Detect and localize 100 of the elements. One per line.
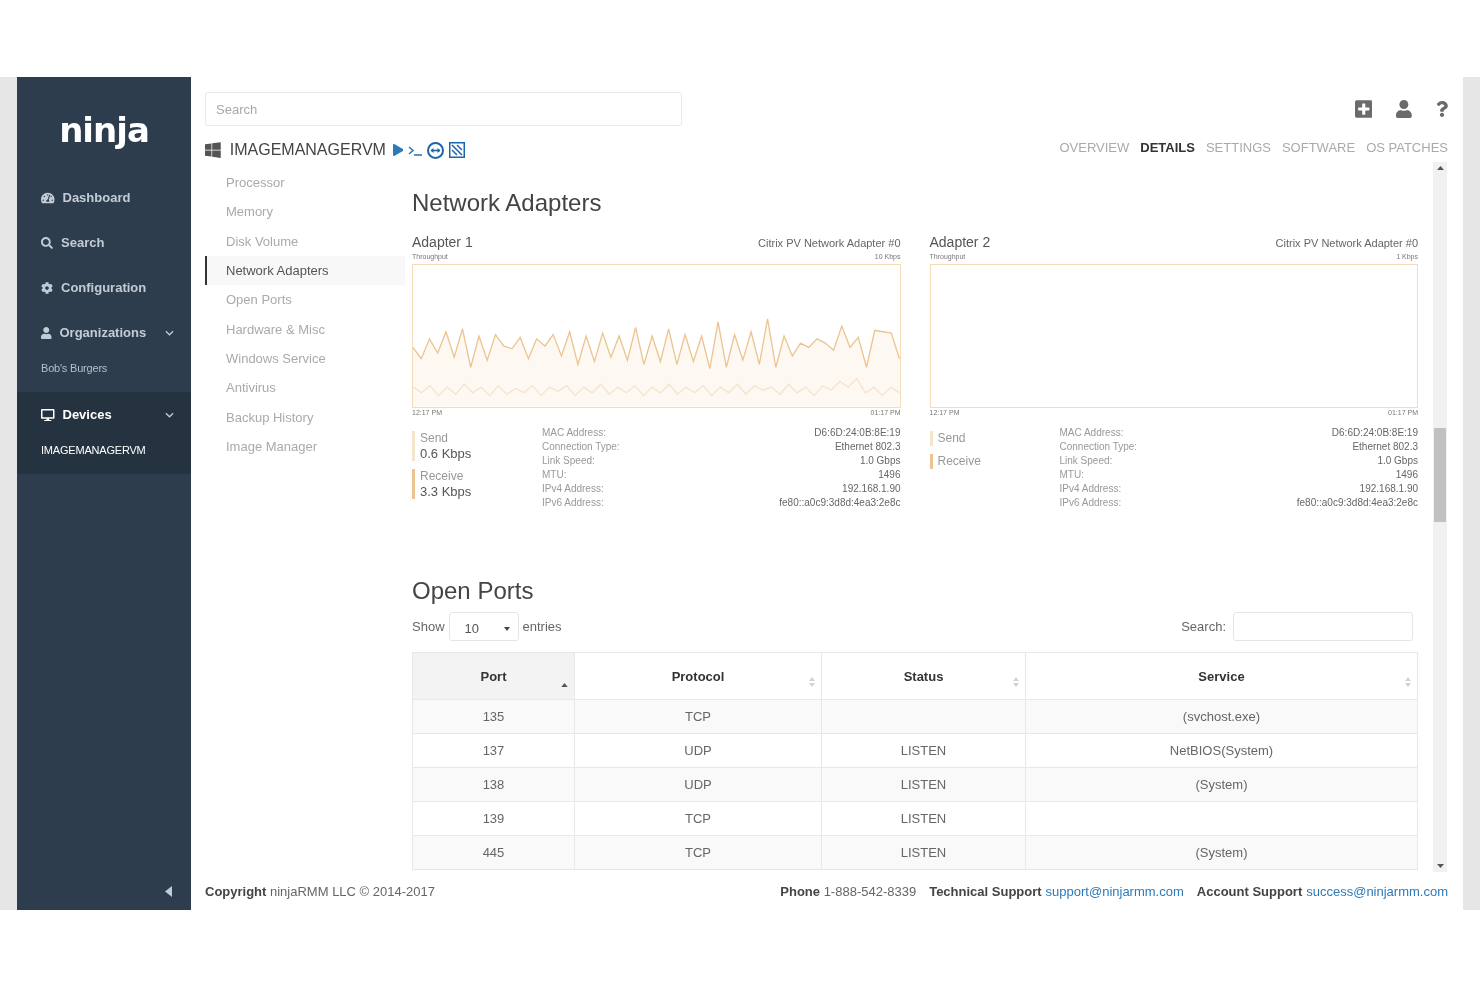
show-label: Show: [412, 619, 445, 634]
detail-value: 1496: [1395, 468, 1418, 482]
detail-value: fe80::a0c9:3d8d:4ea3:2e8c: [1296, 496, 1418, 510]
search-field[interactable]: Search: [205, 92, 682, 126]
chevron-icon[interactable]: [165, 329, 174, 336]
double-arrow-circle-icon[interactable]: [427, 141, 445, 159]
detail-value: 192.168.1.90: [1359, 482, 1418, 496]
detail-value: D6:6D:24:0B:8E:19: [1331, 426, 1418, 440]
scrollbar-thumb[interactable]: [1434, 428, 1446, 522]
table-cell: LISTEN: [821, 767, 1026, 802]
detail-value: 192.168.1.90: [842, 482, 901, 496]
scroll-up-icon[interactable]: [1436, 166, 1444, 170]
user-icon: [41, 326, 52, 339]
detail-label: Connection Type:: [1059, 440, 1138, 454]
caret-icon: [503, 626, 510, 631]
monitor-icon: [41, 408, 55, 421]
detail-value: fe80::a0c9:3d8d:4ea3:2e8c: [779, 496, 901, 510]
detail-label: IPv6 Address:: [542, 496, 604, 510]
table-cell: TCP: [574, 699, 822, 734]
scroll-down-icon[interactable]: [1436, 864, 1444, 868]
search-icon: [41, 236, 53, 249]
detail-label: MAC Address:: [542, 426, 606, 440]
email-link[interactable]: support@ninjarmm.com: [1045, 883, 1184, 899]
sidebar-item[interactable]: Organizations: [17, 310, 191, 355]
legend-label: Send: [420, 431, 450, 446]
table-cell: NetBIOS(System): [1025, 733, 1418, 768]
collapse-icon[interactable]: [165, 885, 172, 897]
detail-label: IPv6 Address:: [1059, 496, 1122, 510]
table-cell: LISTEN: [821, 733, 1026, 768]
column-header[interactable]: Protocol: [574, 652, 822, 700]
entries-label: entries: [522, 619, 562, 634]
table-cell: UDP: [574, 733, 822, 768]
table-cell: UDP: [574, 767, 822, 802]
legend-label: Receive: [937, 454, 981, 469]
gear-icon: [41, 281, 53, 294]
phone-text: Phone 1-888-542-8339: [780, 883, 917, 899]
table-cell: (svchost.exe): [1025, 699, 1418, 734]
logo[interactable]: ninja: [59, 110, 149, 150]
sidebar-item[interactable]: Devices: [17, 392, 191, 437]
email-link[interactable]: success@ninjarmm.com: [1306, 883, 1448, 899]
support-label: Account Support: [1196, 883, 1303, 899]
adapter-name: Adapter 1: [412, 233, 473, 251]
detail-value: Ethernet 802.3: [1352, 440, 1418, 454]
column-header[interactable]: Status: [821, 652, 1026, 700]
section-link[interactable]: Network Adapters: [205, 255, 405, 286]
detail-value: 1.0 Gbps: [1377, 454, 1418, 468]
sidebar-subitem[interactable]: IMAGEMANAGERVM: [17, 437, 191, 463]
detail-label: IPv4 Address:: [1059, 482, 1122, 496]
detail-label: MTU:: [1059, 468, 1084, 482]
sort-up-icon[interactable]: [561, 682, 568, 687]
detail-value: Ethernet 802.3: [834, 440, 901, 454]
adapter-model: Citrix PV Network Adapter #0: [758, 236, 901, 251]
table-cell: 137: [412, 733, 575, 768]
table-cell: LISTEN: [821, 835, 1026, 870]
section-title: Network Adapters: [412, 189, 603, 217]
table-cell: 135: [412, 699, 575, 734]
chevron-icon[interactable]: [165, 411, 174, 418]
scrollbar[interactable]: [1433, 162, 1447, 872]
table-cell: 445: [412, 835, 575, 870]
table-cell: TCP: [574, 801, 822, 836]
copyright-text: Copyright ninjaRMM LLC © 2014-2017: [205, 883, 435, 899]
striped-square-icon[interactable]: [449, 142, 466, 158]
tab[interactable]: DETAILS: [1140, 139, 1195, 155]
search-label: Search:: [1181, 619, 1226, 634]
detail-value: 1.0 Gbps: [859, 454, 901, 468]
add-icon[interactable]: [1354, 99, 1373, 119]
detail-label: Link Speed:: [1059, 454, 1113, 468]
user-icon[interactable]: [1396, 100, 1412, 118]
legend-label: Send: [937, 431, 966, 446]
adapter-name: Adapter 2: [929, 233, 991, 251]
detail-label: MTU:: [542, 468, 567, 482]
column-header[interactable]: Service: [1025, 652, 1418, 700]
table-cell: (System): [1025, 835, 1418, 870]
windows-icon: [205, 141, 221, 159]
sidebar-item[interactable]: Configuration: [17, 265, 191, 310]
play-icon[interactable]: [392, 144, 404, 156]
column-header[interactable]: Port: [412, 652, 575, 700]
table-cell: LISTEN: [821, 801, 1026, 836]
device-name: IMAGEMANAGERVM: [229, 141, 386, 159]
detail-label: MAC Address:: [1059, 426, 1124, 440]
table-cell: TCP: [574, 835, 822, 870]
table-cell: (System): [1025, 767, 1418, 802]
table-search-field[interactable]: [1233, 612, 1413, 641]
sidebar-subitem[interactable]: Bob's Burgers: [17, 355, 191, 381]
support-label: Technical Support: [929, 883, 1042, 899]
help-icon[interactable]: [1436, 101, 1448, 117]
adapter-model: Citrix PV Network Adapter #0: [1275, 236, 1418, 251]
sidebar-item[interactable]: Search: [17, 220, 191, 265]
detail-value: 1496: [878, 468, 901, 482]
section-title: Open Ports: [412, 577, 535, 605]
terminal-icon[interactable]: [408, 144, 423, 156]
legend-value: 0.6 Kbps: [420, 446, 472, 461]
table-cell: 138: [412, 767, 575, 802]
gauge-icon: [41, 191, 55, 204]
detail-value: D6:6D:24:0B:8E:19: [814, 426, 901, 440]
legend-value: 3.3 Kbps: [420, 484, 472, 499]
sidebar-item[interactable]: Dashboard: [17, 175, 191, 220]
page-size-select[interactable]: 10: [448, 612, 519, 641]
table-cell: 139: [412, 801, 575, 836]
detail-label: IPv4 Address:: [542, 482, 604, 496]
